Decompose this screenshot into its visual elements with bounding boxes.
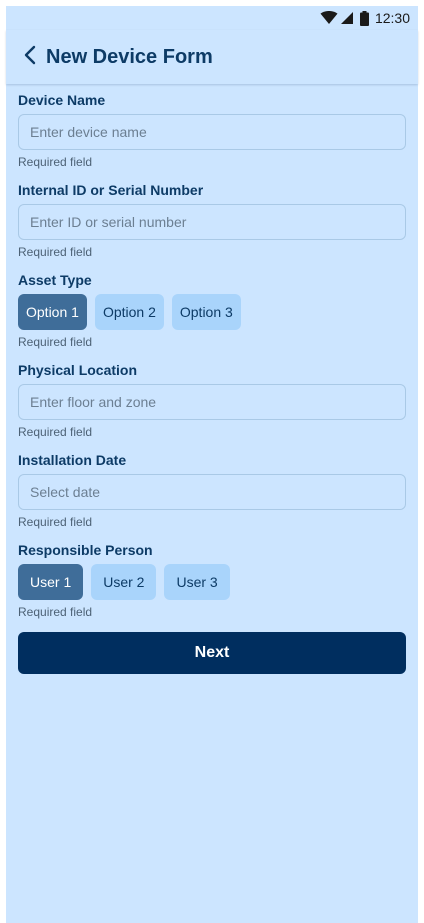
install-date-group: Installation Date Required field xyxy=(18,452,406,529)
battery-icon xyxy=(359,10,369,26)
responsible-label: Responsible Person xyxy=(18,542,153,558)
device-name-field[interactable] xyxy=(18,114,406,150)
location-group: Physical Location Required field xyxy=(18,362,406,439)
install-date-helper: Required field xyxy=(18,515,93,529)
asset-type-label: Asset Type xyxy=(18,272,92,288)
status-time: 12:30 xyxy=(374,10,410,26)
asset-type-group: Asset Type Option 1 Option 2 Option 3 Re… xyxy=(18,272,406,349)
responsible-user-3[interactable]: User 3 xyxy=(164,564,230,600)
asset-type-helper: Required field xyxy=(18,335,93,349)
device-name-label: Device Name xyxy=(18,92,106,108)
responsible-helper: Required field xyxy=(18,605,93,619)
location-input[interactable] xyxy=(30,394,390,410)
device-name-helper: Required field xyxy=(18,155,93,169)
device-form: Device Name Required field Internal ID o… xyxy=(18,92,406,674)
responsible-chips: User 1 User 2 User 3 xyxy=(18,564,406,600)
signal-icon xyxy=(340,11,354,25)
app-screen: 12:30 New Device Form Device Name Requir… xyxy=(6,6,418,923)
internal-id-field[interactable] xyxy=(18,204,406,240)
install-date-field[interactable] xyxy=(18,474,406,510)
page-title: New Device Form xyxy=(46,45,213,68)
location-helper: Required field xyxy=(18,425,93,439)
install-date-input[interactable] xyxy=(30,484,390,500)
asset-type-chips: Option 1 Option 2 Option 3 xyxy=(18,294,406,330)
device-name-input[interactable] xyxy=(30,124,390,140)
location-label: Physical Location xyxy=(18,362,138,378)
status-bar: 12:30 xyxy=(6,6,418,30)
app-bar: New Device Form xyxy=(6,30,418,84)
install-date-label: Installation Date xyxy=(18,452,127,468)
wifi-icon xyxy=(320,11,338,25)
internal-id-helper: Required field xyxy=(18,245,93,259)
location-field[interactable] xyxy=(18,384,406,420)
internal-id-group: Internal ID or Serial Number Required fi… xyxy=(18,182,406,259)
status-icons: 12:30 xyxy=(320,10,410,26)
asset-type-option-2[interactable]: Option 2 xyxy=(94,294,164,330)
device-name-group: Device Name Required field xyxy=(18,92,406,169)
responsible-group: Responsible Person User 1 User 2 User 3 … xyxy=(18,542,406,619)
next-button[interactable]: Next xyxy=(18,632,406,674)
back-button[interactable] xyxy=(10,37,50,77)
internal-id-input[interactable] xyxy=(30,214,390,230)
internal-id-label: Internal ID or Serial Number xyxy=(18,182,204,198)
asset-type-option-3[interactable]: Option 3 xyxy=(171,294,241,330)
chevron-left-icon xyxy=(23,45,37,70)
responsible-user-1[interactable]: User 1 xyxy=(18,564,84,600)
asset-type-option-1[interactable]: Option 1 xyxy=(18,294,87,330)
responsible-user-2[interactable]: User 2 xyxy=(91,564,157,600)
